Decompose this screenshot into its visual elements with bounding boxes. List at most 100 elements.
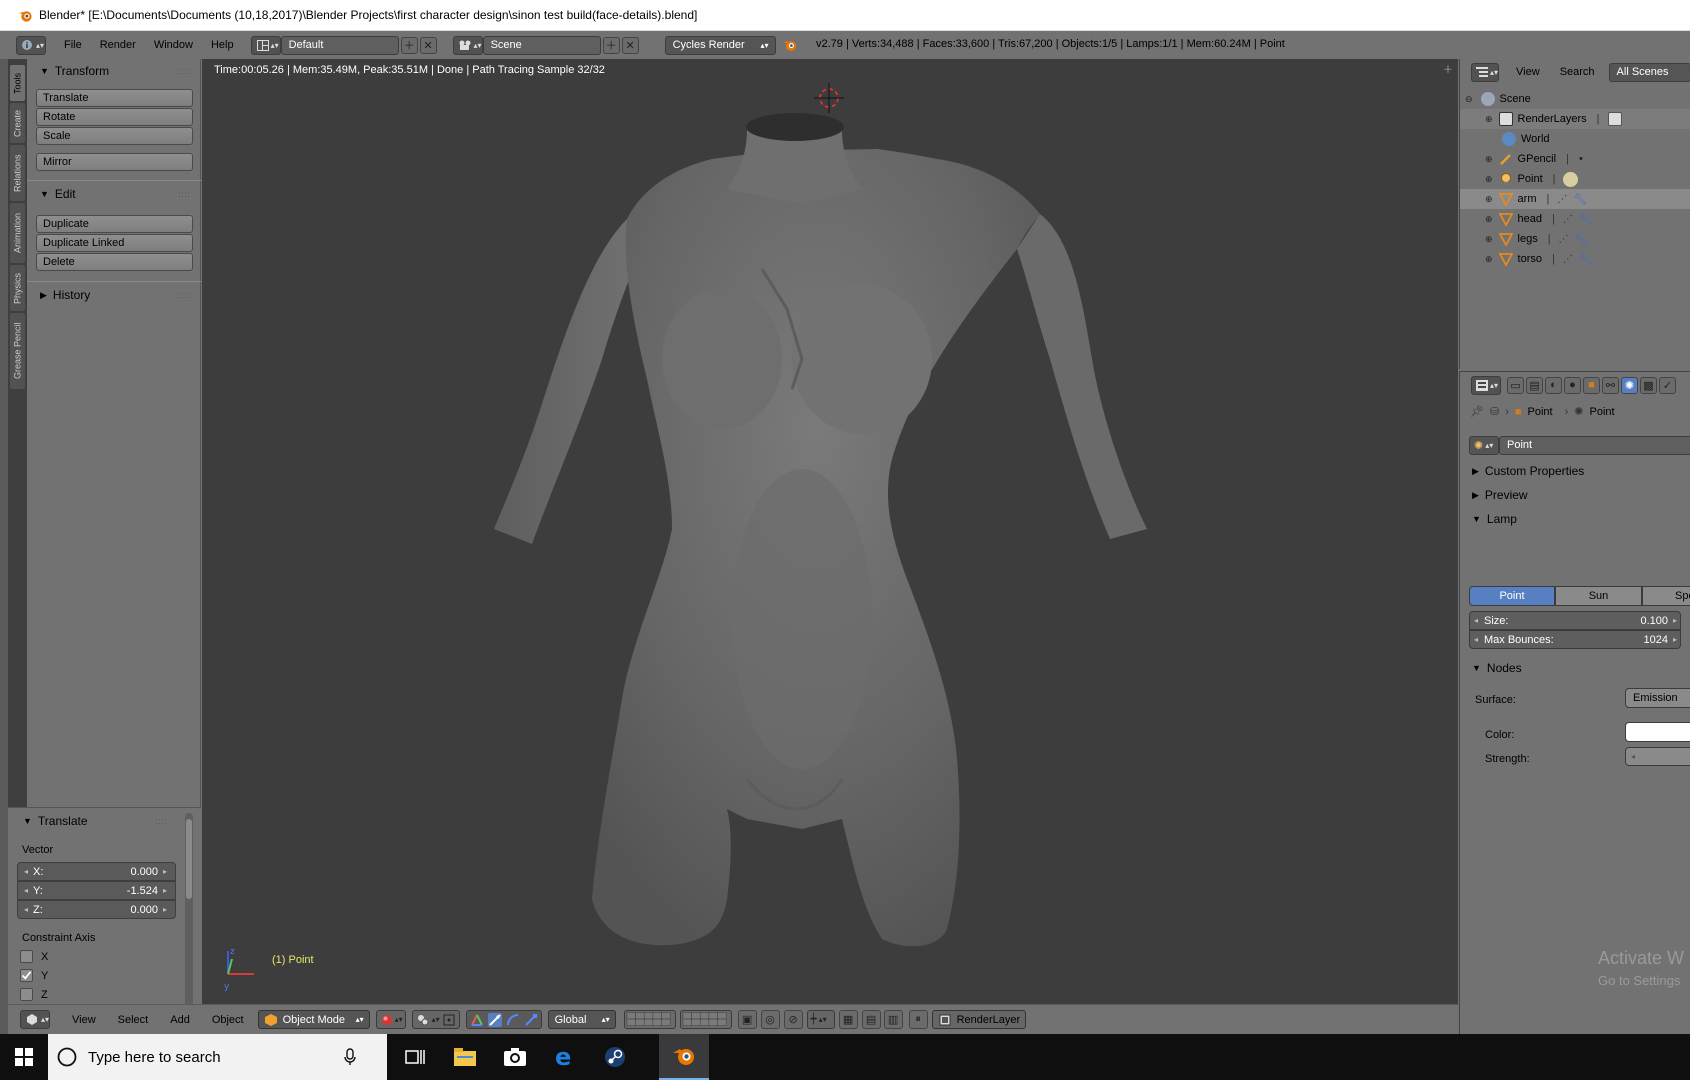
remove-scene-icon[interactable]: ✕ <box>621 36 639 54</box>
vector-x-field[interactable]: ◂ X: 0.000 ▸ <box>17 862 176 881</box>
scene-selector[interactable]: ▴▾ <box>452 35 483 55</box>
expand-toggle-icon[interactable]: ⊕ <box>1485 214 1493 225</box>
editor-type-3dview-button[interactable]: ▴▾ <box>20 1010 50 1029</box>
screen-layout-selector[interactable]: ▴▾ <box>250 35 281 55</box>
outliner-menu-view[interactable]: View <box>1516 66 1540 78</box>
render-layers-tab-icon[interactable]: ▤ <box>1526 376 1543 394</box>
expand-toggle-icon[interactable]: ⊕ <box>1485 234 1493 245</box>
pin-icon[interactable]: 📌︎ <box>1470 405 1484 418</box>
outliner-item-gpencil[interactable]: ⊕ GPencil | • <box>1460 149 1690 169</box>
custom-properties-panel-header[interactable]: ▶ Custom Properties <box>1460 460 1690 482</box>
mesh-data-icon[interactable]: ⋰ <box>1557 194 1567 205</box>
snap-element-selector[interactable]: ┿ ▴▾ <box>806 1010 835 1029</box>
duplicate-linked-button[interactable]: Duplicate Linked <box>36 234 193 252</box>
vector-z-field[interactable]: ◂ Z: 0.000 ▸ <box>17 900 176 919</box>
add-screen-icon[interactable]: ＋ <box>400 36 418 54</box>
constraint-z-checkbox[interactable] <box>20 988 33 1001</box>
outliner-item-scene[interactable]: ⊖ Scene <box>1460 89 1690 109</box>
drag-grip-icon[interactable]: :::: <box>178 190 191 199</box>
mesh-data-icon[interactable]: ⋰ <box>1563 214 1573 225</box>
render-engine-selector[interactable]: Cycles Render ▴▾ <box>664 35 776 55</box>
scale-button[interactable]: Scale <box>36 127 193 145</box>
taskbar-search-box[interactable]: Type here to search <box>48 1034 387 1080</box>
editor-type-properties-button[interactable]: ▴▾ <box>1471 375 1501 395</box>
particles-tab-icon[interactable]: ✓ <box>1659 376 1676 394</box>
mesh-data-icon[interactable]: ⋰ <box>1563 254 1573 265</box>
layers-grid-left[interactable] <box>623 1010 676 1029</box>
tab-create[interactable]: Create <box>10 103 25 143</box>
lamp-size-slider[interactable]: ◂ Size: 0.100 ▸ <box>1469 611 1681 630</box>
3d-cursor-icon[interactable] <box>814 83 844 113</box>
expand-toggle-icon[interactable]: ⊕ <box>1485 194 1493 205</box>
constraint-x-checkbox[interactable] <box>20 950 33 963</box>
operator-scrollbar[interactable] <box>185 813 193 1025</box>
rotate-button[interactable]: Rotate <box>36 108 193 126</box>
transform-orientation-selector[interactable]: Global ▴▾ <box>547 1010 616 1029</box>
edge-browser-icon[interactable]: e <box>541 1034 589 1080</box>
outliner-item-legs[interactable]: ⊕ legs | ⋰ 🔧︎ <box>1460 229 1690 249</box>
expand-toggle-icon[interactable]: ⊕ <box>1485 114 1493 125</box>
emission-color-swatch[interactable] <box>1625 722 1690 742</box>
area-split-icon[interactable]: ＋ <box>1443 61 1453 76</box>
modifier-wrench-icon[interactable]: 🔧︎ <box>1573 193 1587 206</box>
manipulator-group[interactable] <box>465 1010 542 1029</box>
nodes-panel-header[interactable]: ▼ Nodes <box>1460 657 1690 679</box>
modifier-wrench-icon[interactable]: 🔧︎ <box>1579 213 1593 226</box>
lamp-datablock-name[interactable]: Point <box>1499 435 1690 455</box>
tab-grease-pencil[interactable]: Grease Pencil <box>10 313 25 389</box>
task-view-icon[interactable] <box>391 1034 439 1080</box>
lamp-type-sun-button[interactable]: Sun <box>1555 586 1642 606</box>
menu-window[interactable]: Window <box>154 39 193 51</box>
layers-grid-right[interactable] <box>679 1010 732 1029</box>
scene-field[interactable]: Scene <box>482 35 601 55</box>
constraints-tab-icon[interactable]: ⚯ <box>1602 376 1619 394</box>
translate-button[interactable]: Translate <box>36 89 193 107</box>
menu-add[interactable]: Add <box>170 1014 190 1026</box>
tab-tools[interactable]: Tools <box>10 65 25 101</box>
object-tab-icon[interactable]: ■ <box>1583 376 1600 394</box>
constraint-y-checkbox[interactable] <box>20 969 33 982</box>
3d-viewport[interactable]: z y Time:00:05.26 | Mem:35.49M, Peak:35.… <box>202 59 1458 1004</box>
outliner-item-point[interactable]: ⊕ Point | <box>1460 169 1690 189</box>
blender-taskbar-icon[interactable] <box>659 1034 709 1080</box>
scene-tab-icon[interactable]: ◐ <box>1545 376 1562 394</box>
surface-shader-selector[interactable]: Emission <box>1625 688 1690 708</box>
viewport-shading-selector[interactable]: ▴▾ <box>375 1010 406 1029</box>
remove-screen-icon[interactable]: ✕ <box>419 36 437 54</box>
lamp-datablock-browse[interactable]: ✺ ▴▾ <box>1469 435 1499 455</box>
edit-panel-header[interactable]: ▼ Edit :::: <box>27 183 199 205</box>
collapse-toggle-icon[interactable]: ⊖ <box>1465 94 1473 105</box>
max-bounces-slider[interactable]: ◂ Max Bounces: 1024 ▸ <box>1469 630 1681 649</box>
expand-toggle-icon[interactable]: ⊕ <box>1485 174 1493 185</box>
start-button[interactable] <box>0 1034 48 1080</box>
expand-toggle-icon[interactable]: ⊕ <box>1485 254 1493 265</box>
menu-view[interactable]: View <box>72 1014 96 1026</box>
scrollbar-thumb[interactable] <box>186 819 192 899</box>
mirror-button[interactable]: Mirror <box>36 153 193 171</box>
modifier-wrench-icon[interactable]: 🔧︎ <box>1579 253 1593 266</box>
add-scene-icon[interactable]: ＋ <box>602 36 620 54</box>
transform-panel-header[interactable]: ▼ Transform :::: <box>27 60 199 82</box>
preview-panel-header[interactable]: ▶ Preview <box>1460 484 1690 506</box>
layer-buttons-icon[interactable] <box>625 1010 675 1029</box>
duplicate-button[interactable]: Duplicate <box>36 215 193 233</box>
render-layer-toggle-icon[interactable] <box>1607 112 1622 126</box>
drag-grip-icon[interactable]: :::: <box>178 291 191 300</box>
opengl-render-animation-icon[interactable]: ▥ <box>883 1010 903 1029</box>
render-tab-icon[interactable]: ▭ <box>1507 376 1524 394</box>
emission-strength-slider[interactable]: ◂ <box>1625 747 1690 766</box>
delete-button[interactable]: Delete <box>36 253 193 271</box>
rotate-manipulator-icon[interactable] <box>506 1013 520 1027</box>
render-layer-selector[interactable]: RenderLayer <box>931 1010 1026 1029</box>
snap-target-icon[interactable]: ▦ <box>838 1010 858 1029</box>
opengl-render-image-icon[interactable]: ▤ <box>861 1010 881 1029</box>
world-tab-icon[interactable]: ● <box>1564 376 1581 394</box>
editor-type-outliner-button[interactable]: ▴▾ <box>1471 62 1500 82</box>
proportional-edit-icon[interactable]: ◎ <box>760 1010 780 1029</box>
outliner-item-renderlayers[interactable]: ⊕ RenderLayers | <box>1460 109 1690 129</box>
snap-toggle-icon[interactable]: ⊘ <box>783 1010 803 1029</box>
modifier-wrench-icon[interactable]: 🔧︎ <box>1575 233 1589 246</box>
screen-layout-field[interactable]: Default <box>280 35 399 55</box>
history-panel-header[interactable]: ▶ History :::: <box>27 284 199 306</box>
menu-help[interactable]: Help <box>211 39 234 51</box>
